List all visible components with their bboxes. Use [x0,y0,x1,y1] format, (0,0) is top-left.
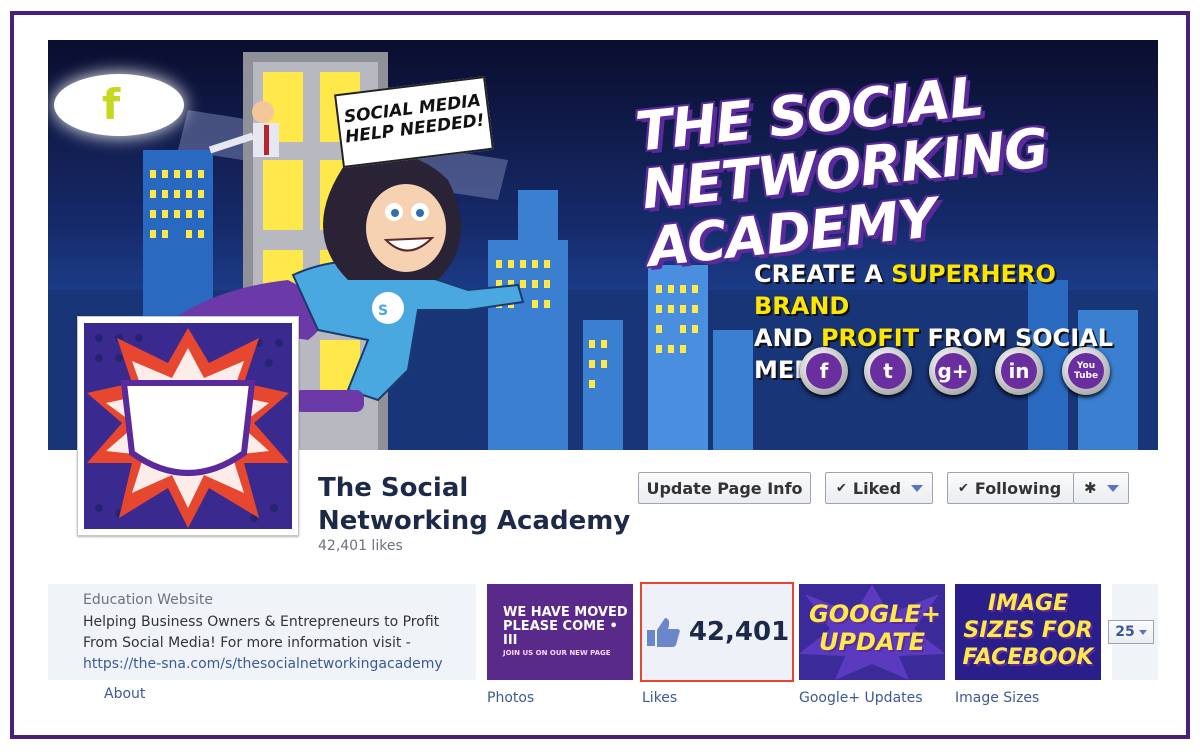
chevron-down-icon [1106,484,1119,492]
linkedin-social-icon: in [995,347,1043,395]
more-apps-count: 25 [1115,624,1135,640]
photos-label[interactable]: Photos [487,690,534,706]
image-sizes-label[interactable]: Image Sizes [955,690,1039,706]
svg-text:S: S [378,303,388,319]
liked-button[interactable]: ✔ Liked [825,472,933,504]
website-link[interactable]: https://the-sna.com/s/thesocialnetworkin… [83,656,443,672]
tagline-2b: PROFIT [820,324,920,352]
update-page-info-button[interactable]: Update Page Info [638,472,811,504]
chevron-down-icon [911,484,924,492]
following-label: Following [974,478,1062,498]
gear-icon: ✱ [1084,479,1097,497]
likes-label[interactable]: Likes [642,690,677,706]
image-tile-text: IMAGE SIZES FOR FACEBOOK [962,591,1094,670]
facebook-social-icon: f [800,347,848,395]
photos-tile-text: WE HAVE MOVED PLEASE COME • III JOIN US … [503,605,628,658]
tagline-2a: AND [754,324,821,352]
check-icon: ✔ [836,480,847,496]
likes-tile-count: 42,401 [688,617,790,647]
page-likes-count: 42,401 likes [318,538,403,554]
more-apps-button[interactable]: 25 [1108,620,1154,644]
chevron-down-icon [1138,629,1147,635]
google-updates-tile[interactable]: GOOGLE+ UPDATE [799,584,945,680]
twitter-social-icon: t [864,347,912,395]
description-text: Helping Business Owners & Entrepreneurs … [83,614,440,651]
sna-logo [84,323,292,529]
page-title: The Social Networking Academy [318,473,631,536]
update-page-info-label: Update Page Info [646,478,803,498]
page-description: Helping Business Owners & Entrepreneurs … [83,612,473,675]
facebook-logo-letter: f [102,80,121,129]
image-sizes-tile[interactable]: IMAGE SIZES FOR FACEBOOK [955,584,1101,680]
following-button[interactable]: ✔ Following [947,472,1074,504]
tagline-1a: CREATE A [754,260,892,288]
settings-dropdown-button[interactable]: ✱ [1073,472,1129,504]
photos-tile[interactable]: WE HAVE MOVED PLEASE COME • III JOIN US … [487,584,633,680]
about-link[interactable]: About [104,686,145,702]
liked-label: Liked [852,478,902,498]
google-tile-text: GOOGLE+ UPDATE [809,600,941,656]
google-updates-label[interactable]: Google+ Updates [799,690,923,706]
googleplus-social-icon: g+ [929,347,977,395]
facebook-logo-icon: f [54,74,184,136]
likes-tile[interactable]: 42,401 [640,582,794,682]
youtube-social-icon: You Tube [1062,347,1110,395]
thumbs-up-icon [646,618,680,647]
page-category: Education Website [83,592,213,608]
profile-picture[interactable] [77,316,299,536]
check-icon: ✔ [958,480,969,496]
